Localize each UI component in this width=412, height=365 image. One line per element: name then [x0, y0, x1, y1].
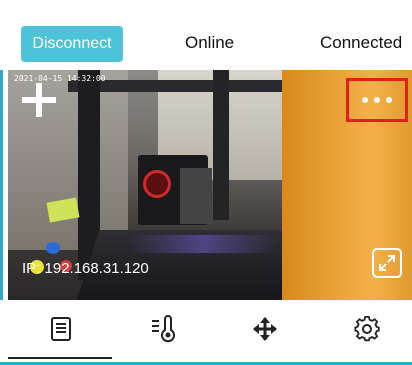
active-tab-indicator	[8, 357, 112, 359]
more-dot-icon	[362, 97, 368, 103]
camera-ip-label: IP: 192.168.31.120	[22, 260, 149, 277]
printer-head-plate	[180, 168, 212, 224]
online-status-label: Online	[185, 33, 235, 52]
printer-bed-glare	[128, 235, 278, 253]
plus-icon[interactable]	[16, 78, 64, 126]
camera-feed[interactable]: 2021-04-15 14:32:00 IP: 192.168.31.120	[8, 70, 412, 300]
disconnect-button[interactable]: Disconnect	[21, 26, 123, 62]
expand-icon[interactable]	[372, 248, 402, 278]
status-bar: Disconnect Online Connected	[0, 0, 412, 70]
plus-icon-vertical	[36, 83, 42, 117]
more-dot-icon	[386, 97, 392, 103]
settings-gear-icon[interactable]	[352, 314, 382, 344]
printer-frame-right	[213, 70, 229, 220]
bottom-navigation	[0, 300, 412, 362]
document-icon[interactable]	[46, 314, 76, 344]
more-options-button[interactable]	[346, 78, 408, 122]
move-arrows-icon[interactable]	[250, 314, 280, 344]
scene-object-blue	[46, 242, 60, 254]
printer-extruder-gear	[143, 170, 171, 198]
temperature-icon[interactable]	[149, 314, 179, 344]
more-dot-icon	[374, 97, 380, 103]
connected-status-label: Connected	[320, 33, 403, 52]
